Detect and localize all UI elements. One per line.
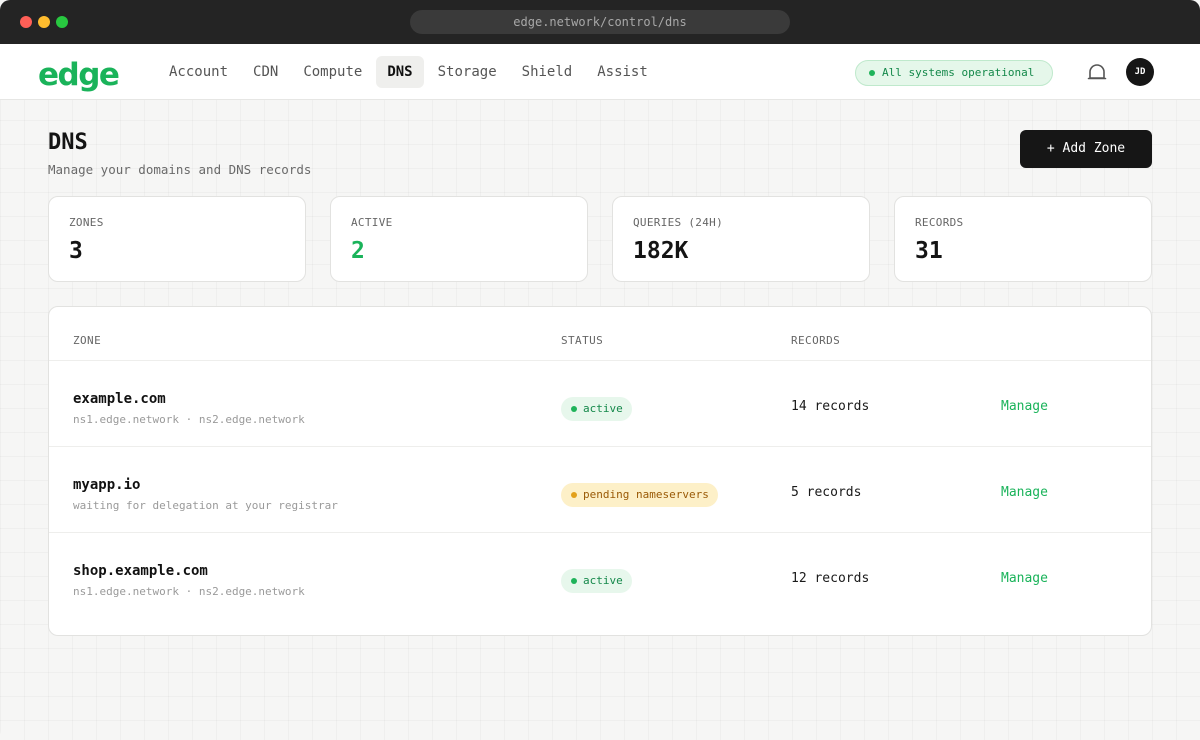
stat-label: RECORDS [915,216,964,229]
nav-item-compute[interactable]: Compute [292,56,373,88]
address-bar[interactable]: edge.network/control/dns [410,10,790,34]
minimize-window-button[interactable] [38,16,50,28]
nav-item-shield[interactable]: Shield [511,56,584,88]
stat-value: 31 [915,238,943,264]
top-header: edge Account CDN Compute DNS Storage Shi… [0,44,1200,100]
stat-label: ACTIVE [351,216,393,229]
status-badge: active [561,397,632,421]
record-count: 5 records [791,485,862,500]
browser-window: edge.network/control/dns edge Account CD… [0,0,1200,740]
page-subtitle: Manage your domains and DNS records [48,162,312,177]
table-row[interactable]: shop.example.com ns1.edge.network · ns2.… [49,533,1151,619]
column-header-records: RECORDS [791,334,841,347]
status-badge: active [561,569,632,593]
stat-label: QUERIES (24H) [633,216,723,229]
zone-detail: ns1.edge.network · ns2.edge.network [73,413,305,426]
stat-card-queries: QUERIES (24H) 182K [612,196,870,282]
record-count: 12 records [791,571,870,586]
stat-value: 3 [69,238,83,264]
stat-value: 182K [633,238,689,264]
nav-item-assist[interactable]: Assist [586,56,659,88]
nav-item-storage[interactable]: Storage [427,56,508,88]
stat-value: 2 [351,238,365,264]
zone-name[interactable]: example.com [73,391,166,407]
svg-text:edge: edge [38,58,119,92]
stat-card-zones: ZONES 3 [48,196,306,282]
page-title: DNS [48,130,88,155]
manage-link[interactable]: Manage [1001,485,1048,500]
nav-item-dns[interactable]: DNS [376,56,424,88]
zone-name[interactable]: shop.example.com [73,563,208,579]
add-zone-button[interactable]: + Add Zone [1020,130,1152,168]
column-header-zone: ZONE [73,334,102,347]
bell-icon[interactable] [1086,62,1108,84]
status-badge: pending nameservers [561,483,718,507]
zone-detail: waiting for delegation at your registrar [73,499,338,512]
close-window-button[interactable] [20,16,32,28]
stat-card-active: ACTIVE 2 [330,196,588,282]
title-bar: edge.network/control/dns [0,0,1200,44]
nav-item-account[interactable]: Account [158,56,239,88]
stat-card-records: RECORDS 31 [894,196,1152,282]
table-row[interactable]: myapp.io waiting for delegation at your … [49,447,1151,533]
record-count: 14 records [791,399,870,414]
manage-link[interactable]: Manage [1001,571,1048,586]
edge-logo[interactable]: edge [38,58,130,92]
column-header-status: STATUS [561,334,604,347]
table-row[interactable]: example.com ns1.edge.network · ns2.edge.… [49,361,1151,447]
system-status-badge[interactable]: All systems operational [855,60,1053,86]
maximize-window-button[interactable] [56,16,68,28]
zone-detail: ns1.edge.network · ns2.edge.network [73,585,305,598]
nav-item-cdn[interactable]: CDN [242,56,289,88]
main-nav: Account CDN Compute DNS Storage Shield A… [158,56,662,88]
stat-label: ZONES [69,216,104,229]
user-avatar[interactable]: JD [1126,58,1154,86]
manage-link[interactable]: Manage [1001,399,1048,414]
zone-name[interactable]: myapp.io [73,477,140,493]
zones-table: ZONE STATUS RECORDS example.com ns1.edge… [48,306,1152,636]
